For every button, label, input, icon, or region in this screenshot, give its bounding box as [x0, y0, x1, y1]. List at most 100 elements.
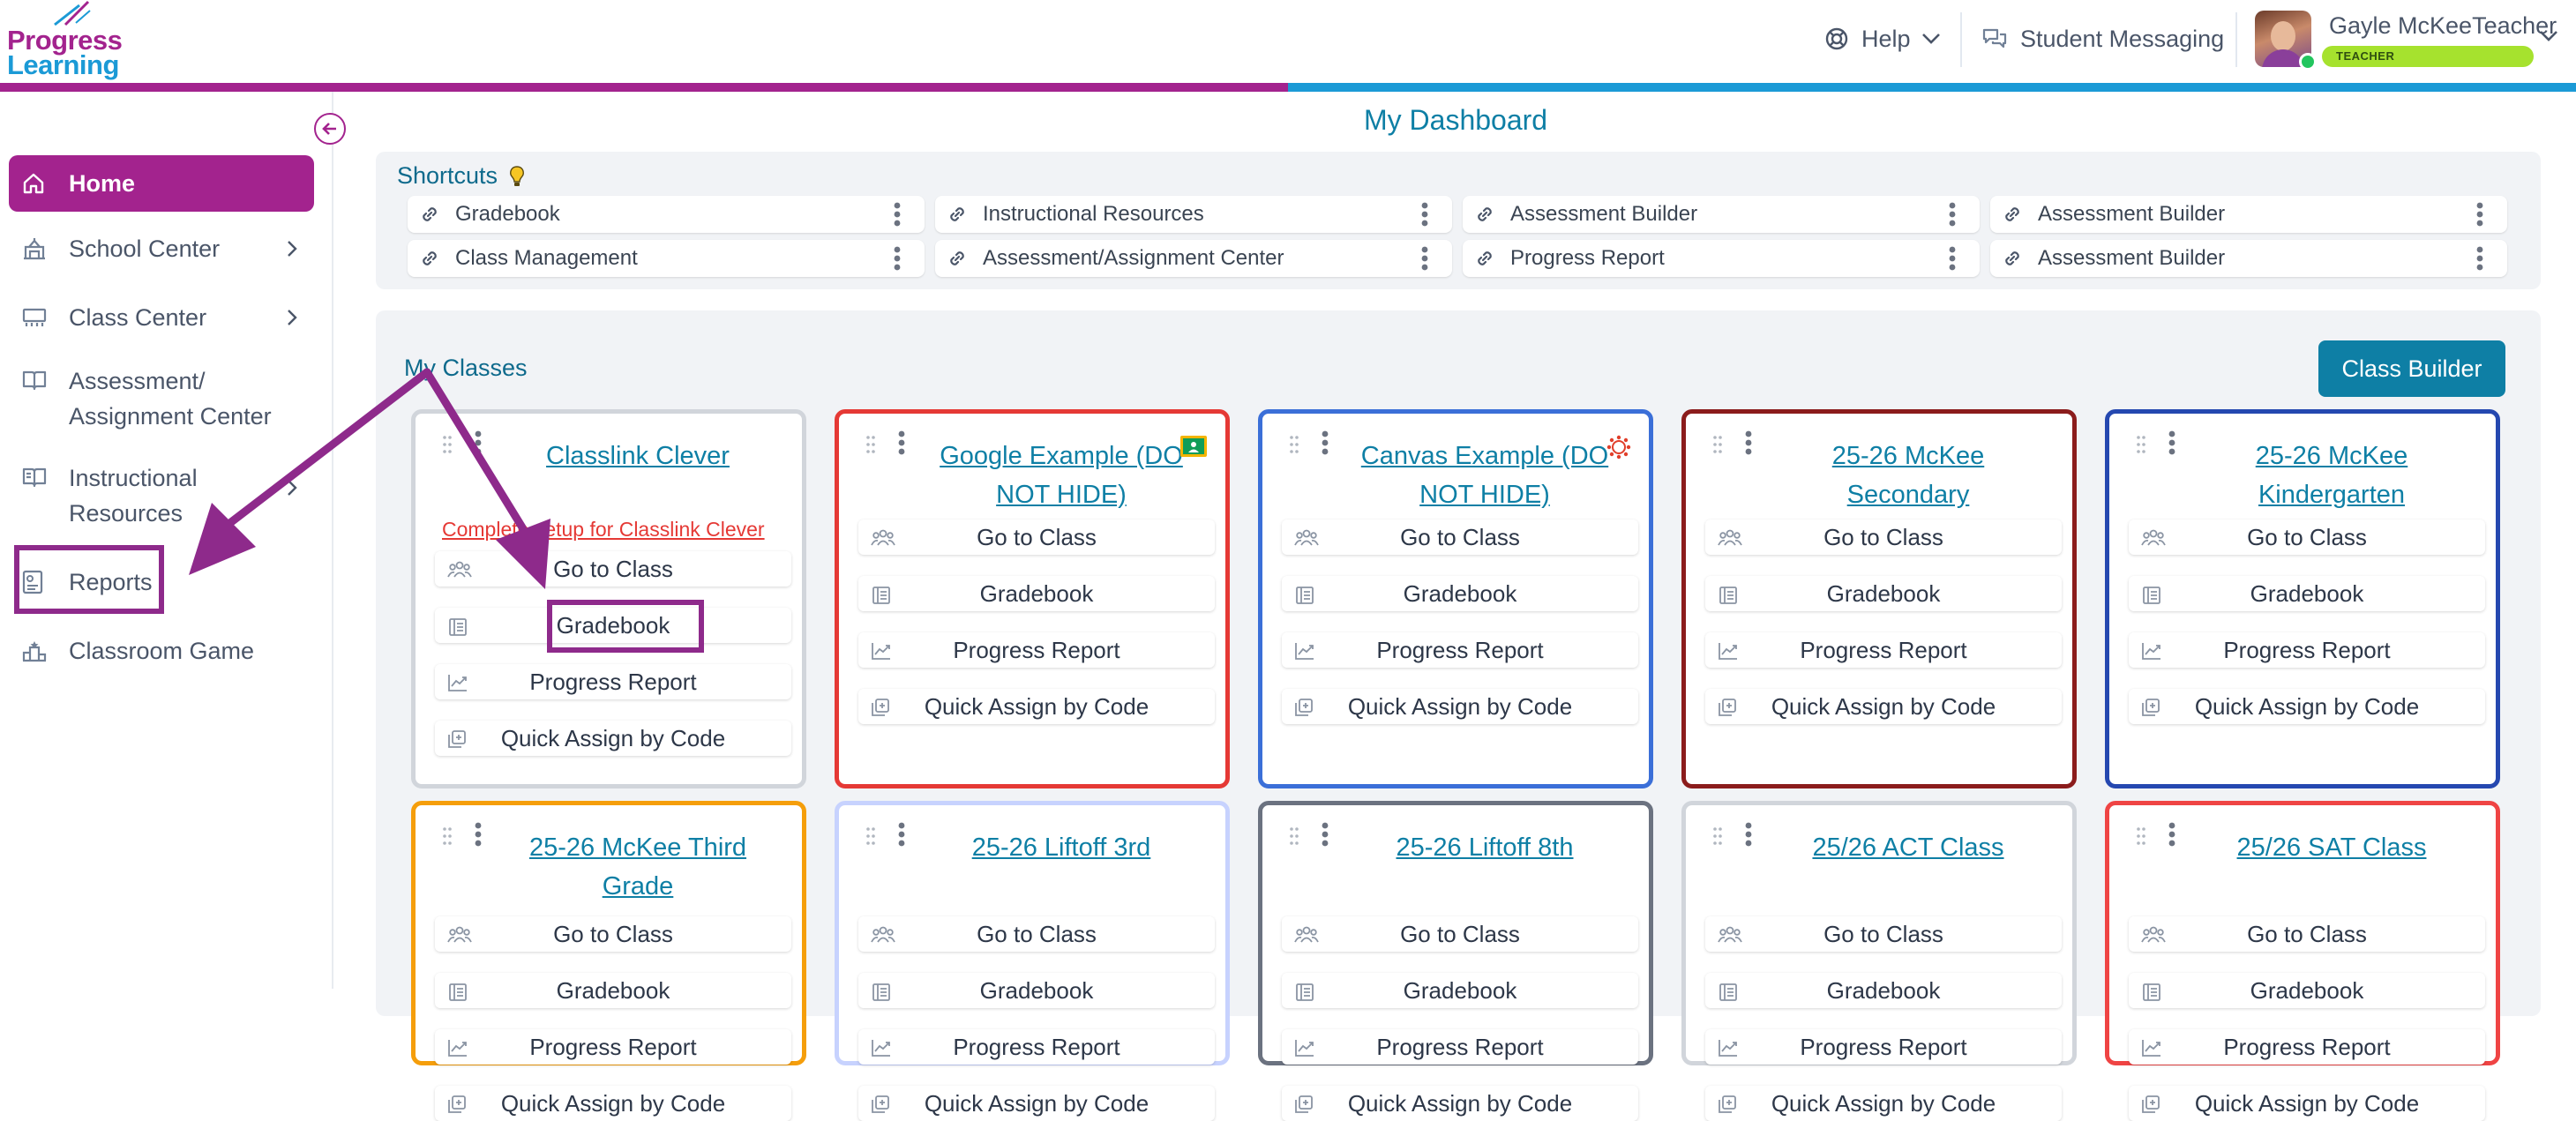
progress-report-button[interactable]: Progress Report	[1705, 1029, 2062, 1065]
shortcut-item[interactable]: Progress Report	[1463, 240, 1980, 277]
drag-handle-icon[interactable]	[1289, 435, 1299, 454]
go-to-class-button[interactable]: Go to Class	[1282, 519, 1638, 555]
quick-assign-button[interactable]: Quick Assign by Code	[858, 689, 1215, 724]
class-name-link[interactable]: 25/26 ACT Class	[1771, 828, 2046, 867]
quick-assign-button[interactable]: Quick Assign by Code	[1705, 689, 2062, 724]
kebab-menu-icon[interactable]	[1744, 821, 1753, 848]
kebab-menu-icon[interactable]	[1948, 201, 1957, 228]
kebab-menu-icon[interactable]	[1321, 430, 1329, 456]
button-label: Go to Class	[1823, 920, 1943, 947]
progress-learning-logo[interactable]: Progress Learning	[7, 0, 123, 81]
shortcut-item[interactable]: Assessment Builder	[1990, 240, 2507, 277]
kebab-menu-icon[interactable]	[2168, 821, 2176, 848]
gradebook-button[interactable]: Gradebook	[858, 973, 1215, 1008]
go-to-class-button[interactable]: Go to Class	[1282, 916, 1638, 952]
drag-handle-icon[interactable]	[865, 435, 876, 454]
complete-setup-link[interactable]: Complete setup for Classlink Clever	[442, 518, 765, 542]
shortcut-item[interactable]: Assessment Builder	[1990, 196, 2507, 233]
progress-report-button[interactable]: Progress Report	[858, 632, 1215, 668]
user-name[interactable]: Gayle McKeeTeacher	[2329, 12, 2557, 40]
go-to-class-button[interactable]: Go to Class	[435, 551, 791, 587]
kebab-menu-icon[interactable]	[897, 821, 906, 848]
quick-assign-button[interactable]: Quick Assign by Code	[2129, 1086, 2485, 1121]
quick-assign-button[interactable]: Quick Assign by Code	[435, 1086, 791, 1121]
student-messaging-button[interactable]: Student Messaging	[1981, 21, 2224, 56]
shortcut-item[interactable]: Assessment/Assignment Center	[935, 240, 1452, 277]
kebab-menu-icon[interactable]	[893, 245, 902, 272]
go-to-class-button[interactable]: Go to Class	[435, 916, 791, 952]
kebab-menu-icon[interactable]	[1420, 245, 1429, 272]
chevron-down-icon[interactable]	[2539, 30, 2558, 42]
class-builder-button[interactable]: Class Builder	[2318, 340, 2505, 397]
quick-assign-button[interactable]: Quick Assign by Code	[1705, 1086, 2062, 1121]
progress-report-button[interactable]: Progress Report	[858, 1029, 1215, 1065]
go-to-class-button[interactable]: Go to Class	[2129, 519, 2485, 555]
gradebook-button[interactable]: Gradebook	[2129, 973, 2485, 1008]
kebab-menu-icon[interactable]	[474, 821, 483, 848]
shortcut-item[interactable]: Instructional Resources	[935, 196, 1452, 233]
drag-handle-icon[interactable]	[2136, 435, 2146, 454]
gradebook-button[interactable]: Gradebook	[435, 973, 791, 1008]
drag-handle-icon[interactable]	[442, 826, 453, 846]
shortcut-item[interactable]: Gradebook	[408, 196, 925, 233]
gradebook-button[interactable]: Gradebook	[1705, 576, 2062, 611]
kebab-menu-icon[interactable]	[2168, 430, 2176, 456]
go-to-class-button[interactable]: Go to Class	[858, 916, 1215, 952]
drag-handle-icon[interactable]	[865, 826, 876, 846]
class-name-link[interactable]: Classlink Clever	[500, 437, 775, 475]
class-name-link[interactable]: Google Example (DO NOT HIDE)	[924, 437, 1199, 514]
sidebar-item-school-center[interactable]: School Center	[9, 226, 314, 272]
gradebook-button[interactable]: Gradebook	[2129, 576, 2485, 611]
go-to-class-button[interactable]: Go to Class	[1705, 519, 2062, 555]
progress-report-button[interactable]: Progress Report	[2129, 632, 2485, 668]
kebab-menu-icon[interactable]	[1321, 821, 1329, 848]
drag-handle-icon[interactable]	[1712, 435, 1723, 454]
progress-report-button[interactable]: Progress Report	[435, 664, 791, 699]
progress-report-button[interactable]: Progress Report	[1705, 632, 2062, 668]
kebab-menu-icon[interactable]	[1744, 430, 1753, 456]
progress-report-button[interactable]: Progress Report	[435, 1029, 791, 1065]
class-name-link[interactable]: 25/26 SAT Class	[2194, 828, 2469, 867]
class-name-link[interactable]: 25-26 Liftoff 3rd	[924, 828, 1199, 867]
sidebar-item-classroom-game[interactable]: Classroom Game	[9, 628, 314, 674]
collapse-sidebar-button[interactable]	[314, 113, 346, 145]
gradebook-button[interactable]: Gradebook	[1282, 576, 1638, 611]
shortcut-item[interactable]: Assessment Builder	[1463, 196, 1980, 233]
quick-assign-button[interactable]: Quick Assign by Code	[1282, 1086, 1638, 1121]
quick-assign-button[interactable]: Quick Assign by Code	[435, 721, 791, 756]
drag-handle-icon[interactable]	[2136, 826, 2146, 846]
class-name-link[interactable]: Canvas Example (DO NOT HIDE)	[1347, 437, 1622, 514]
kebab-menu-icon[interactable]	[893, 201, 902, 228]
quick-assign-button[interactable]: Quick Assign by Code	[2129, 689, 2485, 724]
class-name-link[interactable]: 25-26 Liftoff 8th	[1347, 828, 1622, 867]
sidebar-item-instructional-resources[interactable]: Instructional Resources	[9, 460, 314, 534]
progress-report-button[interactable]: Progress Report	[1282, 1029, 1638, 1065]
gradebook-button[interactable]: Gradebook	[858, 576, 1215, 611]
go-to-class-button[interactable]: Go to Class	[2129, 916, 2485, 952]
kebab-menu-icon[interactable]	[1420, 201, 1429, 228]
progress-report-button[interactable]: Progress Report	[2129, 1029, 2485, 1065]
drag-handle-icon[interactable]	[1289, 826, 1299, 846]
kebab-menu-icon[interactable]	[2475, 245, 2484, 272]
kebab-menu-icon[interactable]	[1948, 245, 1957, 272]
help-menu[interactable]: Help	[1824, 21, 1941, 56]
class-name-link[interactable]: 25-26 McKee Third Grade	[500, 828, 775, 906]
kebab-menu-icon[interactable]	[474, 430, 483, 456]
sidebar-item-class-center[interactable]: Class Center	[9, 295, 314, 340]
go-to-class-button[interactable]: Go to Class	[858, 519, 1215, 555]
go-to-class-button[interactable]: Go to Class	[1705, 916, 2062, 952]
sidebar-item-assessment-assignment-center[interactable]: Assessment/ Assignment Center	[9, 363, 314, 437]
class-name-link[interactable]: 25-26 McKee Kindergarten	[2194, 437, 2469, 514]
sidebar-item-home[interactable]: Home	[9, 155, 314, 212]
progress-report-button[interactable]: Progress Report	[1282, 632, 1638, 668]
quick-assign-button[interactable]: Quick Assign by Code	[858, 1086, 1215, 1121]
shortcut-item[interactable]: Class Management	[408, 240, 925, 277]
drag-handle-icon[interactable]	[1712, 826, 1723, 846]
quick-assign-button[interactable]: Quick Assign by Code	[1282, 689, 1638, 724]
drag-handle-icon[interactable]	[442, 435, 453, 454]
class-name-link[interactable]: 25-26 McKee Secondary	[1771, 437, 2046, 514]
gradebook-button[interactable]: Gradebook	[1705, 973, 2062, 1008]
gradebook-button[interactable]: Gradebook	[1282, 973, 1638, 1008]
kebab-menu-icon[interactable]	[2475, 201, 2484, 228]
kebab-menu-icon[interactable]	[897, 430, 906, 456]
